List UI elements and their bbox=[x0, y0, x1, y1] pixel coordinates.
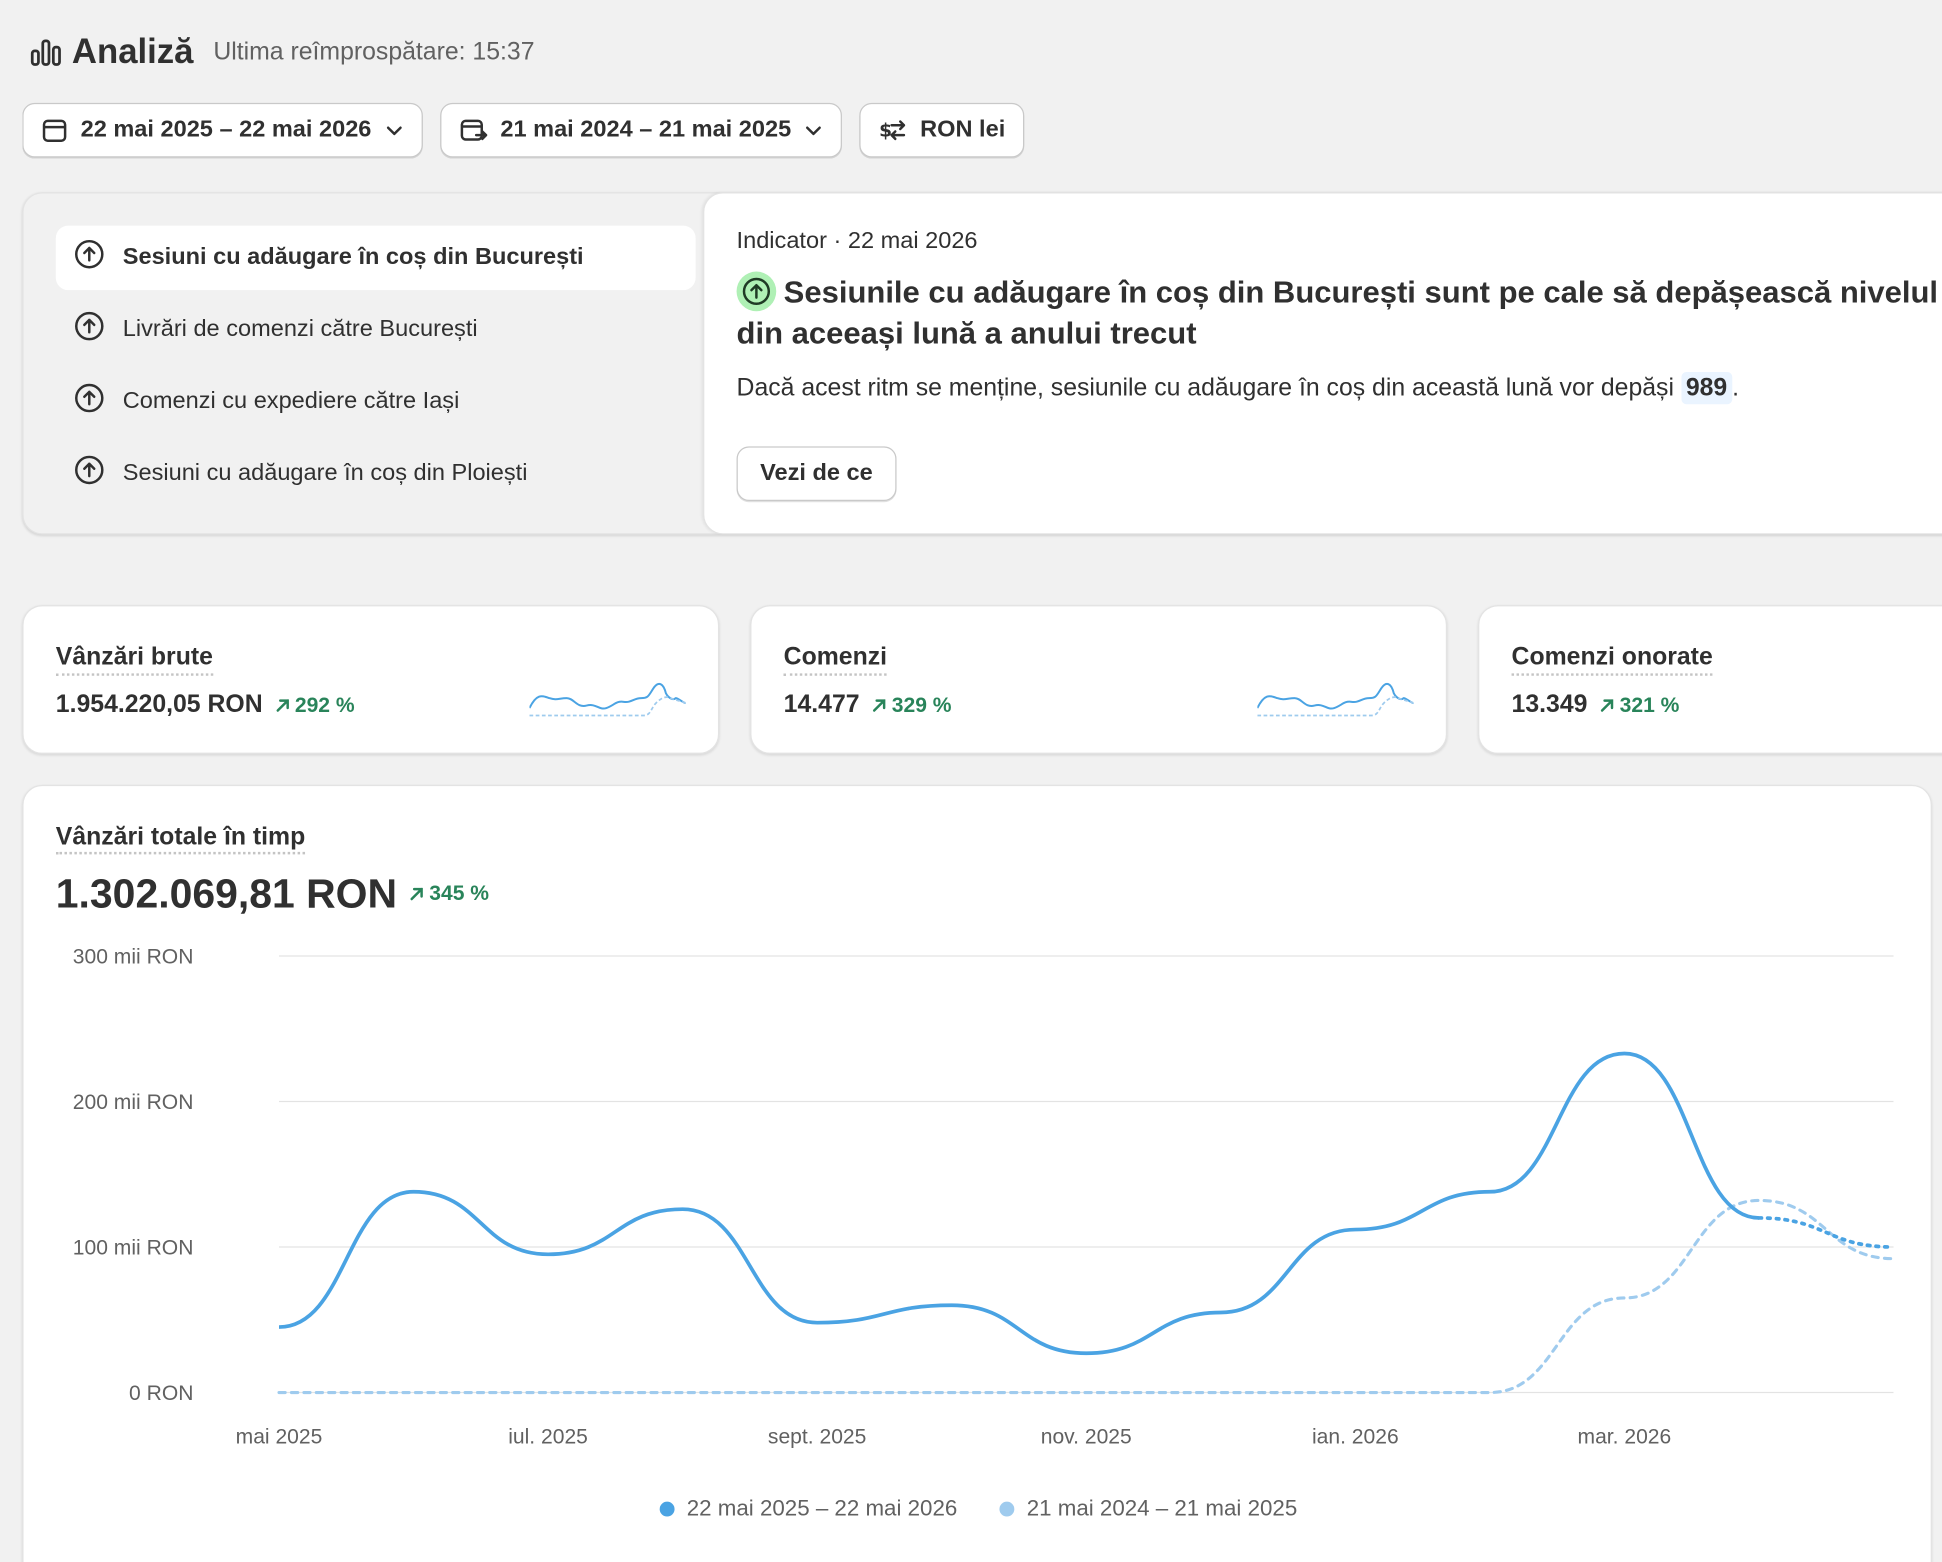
x-tick-label: mar. 2026 bbox=[1578, 1425, 1672, 1448]
metric-title: Vânzări brute bbox=[55, 644, 213, 676]
arrow-up-circle-icon bbox=[73, 238, 105, 278]
metric-delta: 329 % bbox=[872, 693, 952, 718]
legend-dot bbox=[659, 1501, 675, 1516]
metric-delta: 292 % bbox=[275, 693, 355, 718]
metric-value-row: 14.477 329 % bbox=[784, 691, 952, 720]
date-range-button[interactable]: 22 mai 2025 – 22 mai 2026 bbox=[22, 102, 423, 158]
page-header: Analiză Ultima reîmprospătare: 15:37 bbox=[30, 32, 535, 72]
compare-range-label: 21 mai 2024 – 21 mai 2025 bbox=[500, 116, 792, 143]
legend-label: 22 mai 2025 – 22 mai 2026 bbox=[686, 1495, 958, 1521]
arrow-up-circle-icon bbox=[73, 454, 105, 494]
metric-card-gross-sales[interactable]: Vânzări brute 1.954.220,05 RON 292 % bbox=[22, 605, 720, 754]
series-line-current-partial bbox=[1757, 1216, 1896, 1249]
series-line-current bbox=[278, 1051, 1759, 1356]
metric-value: 1.954.220,05 RON bbox=[55, 690, 263, 718]
insights-list: Sesiuni cu adăugare în coș din București… bbox=[55, 225, 696, 514]
date-range-label: 22 mai 2025 – 22 mai 2026 bbox=[80, 116, 372, 143]
legend-item-current[interactable]: 22 mai 2025 – 22 mai 2026 bbox=[659, 1495, 957, 1521]
currency-exchange-icon: $ bbox=[878, 117, 908, 144]
x-tick-label: nov. 2025 bbox=[1041, 1425, 1132, 1448]
metric-value-row: 13.349 321 % bbox=[1512, 691, 1680, 720]
compare-range-button[interactable]: 21 mai 2024 – 21 mai 2025 bbox=[439, 102, 843, 158]
filter-bar: 22 mai 2025 – 22 mai 2026 21 mai 2024 – … bbox=[22, 102, 1024, 158]
series-line-previous bbox=[277, 1198, 1896, 1395]
trend-up-icon bbox=[873, 698, 886, 712]
chart-legend: 22 mai 2025 – 22 mai 2026 21 mai 2024 – … bbox=[24, 1495, 1934, 1521]
arrow-up-circle-icon bbox=[73, 382, 105, 422]
x-tick-label: mai 2025 bbox=[236, 1425, 323, 1448]
insight-headline-line1: Sesiunile cu adăugare în coș din Bucureș… bbox=[783, 275, 1939, 310]
insight-headline: Sesiunile cu adăugare în coș din Bucureș… bbox=[736, 272, 1942, 355]
metric-title: Comenzi bbox=[783, 644, 888, 676]
calendar-icon bbox=[41, 117, 68, 144]
arrow-up-circle-icon bbox=[73, 310, 105, 350]
metric-value: 14.477 bbox=[783, 690, 860, 718]
insight-body-suffix: . bbox=[1732, 374, 1740, 402]
insight-item-label: Comenzi cu expediere către Iași bbox=[122, 388, 460, 415]
metric-value-row: 1.954.220,05 RON 292 % bbox=[56, 691, 355, 720]
insight-body-text: Dacă acest ritm se menține, sesiunile cu… bbox=[736, 374, 1674, 402]
metric-value: 13.349 bbox=[1511, 690, 1588, 718]
legend-item-previous[interactable]: 21 mai 2024 – 21 mai 2025 bbox=[999, 1495, 1297, 1521]
page-title: Analiză bbox=[71, 32, 194, 71]
currency-label: RON lei bbox=[920, 116, 1006, 143]
insight-item[interactable]: Sesiuni cu adăugare în coș din Ploiești bbox=[56, 441, 696, 505]
analytics-icon bbox=[30, 37, 62, 67]
insight-detail-panel: Indicator · 22 mai 2026 Sesiunile cu adă… bbox=[703, 192, 1942, 535]
metric-title: Comenzi onorate bbox=[1511, 644, 1713, 676]
sparkline bbox=[529, 682, 686, 717]
insight-body: Dacă acest ritm se menține, sesiunile cu… bbox=[736, 372, 1740, 405]
last-refresh-text: Ultima reîmprospătare: 15:37 bbox=[213, 37, 535, 66]
metric-delta-value: 292 % bbox=[294, 692, 355, 717]
insight-meta: Indicator · 22 mai 2026 bbox=[736, 228, 978, 255]
x-tick-label: iul. 2025 bbox=[508, 1425, 588, 1448]
insight-item-label: Sesiuni cu adăugare în coș din București bbox=[122, 244, 584, 271]
x-tick-label: sept. 2025 bbox=[768, 1425, 866, 1448]
insight-item-label: Sesiuni cu adăugare în coș din Ploiești bbox=[122, 460, 528, 487]
metric-card-orders[interactable]: Comenzi 14.477 329 % bbox=[750, 605, 1448, 754]
insight-item[interactable]: Sesiuni cu adăugare în coș din București bbox=[55, 225, 696, 291]
x-tick-label: ian. 2026 bbox=[1312, 1425, 1399, 1448]
calendar-compare-icon bbox=[458, 117, 488, 144]
arrow-up-circle-icon bbox=[736, 272, 777, 312]
metric-delta-value: 321 % bbox=[1619, 692, 1680, 717]
currency-button[interactable]: $ RON lei bbox=[859, 102, 1024, 158]
legend-dot bbox=[999, 1501, 1015, 1516]
insight-item[interactable]: Comenzi cu expediere către Iași bbox=[56, 370, 696, 434]
insight-body-value: 989 bbox=[1680, 372, 1733, 405]
sparkline bbox=[1257, 682, 1414, 717]
chevron-down-icon bbox=[804, 120, 824, 140]
insight-item-label: Livrări de comenzi către București bbox=[122, 316, 478, 343]
y-tick-label: 300 mii RON bbox=[73, 945, 194, 968]
insight-headline-line2: din aceeași lună a anului trecut bbox=[736, 316, 1197, 351]
chevron-down-icon bbox=[384, 120, 404, 140]
y-tick-label: 100 mii RON bbox=[73, 1236, 194, 1259]
see-why-button[interactable]: Vezi de ce bbox=[736, 446, 897, 501]
metric-delta-value: 329 % bbox=[891, 692, 952, 717]
y-tick-label: 200 mii RON bbox=[73, 1091, 194, 1114]
y-tick-label: 0 RON bbox=[129, 1382, 193, 1405]
trend-up-icon bbox=[1601, 698, 1614, 712]
insights-card: Sesiuni cu adăugare în coș din București… bbox=[22, 192, 1942, 535]
trend-up-icon bbox=[276, 698, 289, 712]
legend-label: 21 mai 2024 – 21 mai 2025 bbox=[1026, 1495, 1298, 1521]
metric-delta: 321 % bbox=[1600, 692, 1680, 718]
svg-text:$: $ bbox=[879, 120, 892, 141]
metric-card-fulfilled-orders[interactable]: Comenzi onorate 13.349 321 % bbox=[1478, 605, 1942, 754]
sales-line-chart: 0 RON 100 mii RON 200 mii RON 300 mii RON ma… bbox=[73, 945, 1896, 1448]
insight-item[interactable]: Livrări de comenzi către București bbox=[56, 298, 696, 362]
sales-over-time-card: Vânzări totale în timp 1.302.069,81 RON … bbox=[22, 784, 1934, 1562]
